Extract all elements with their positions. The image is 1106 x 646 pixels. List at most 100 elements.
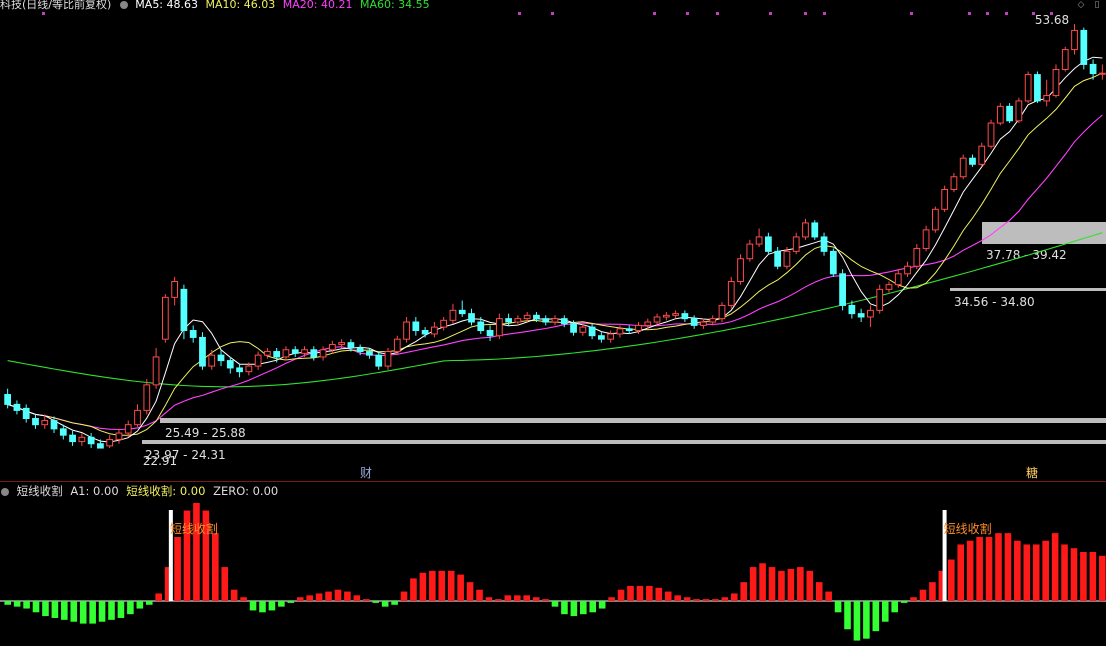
candle-body xyxy=(328,343,336,351)
candle-body xyxy=(904,265,911,275)
indicator-bar xyxy=(730,593,738,601)
candle-body xyxy=(356,347,364,353)
candle-body xyxy=(839,273,846,306)
event-marker-tang[interactable]: 糖 xyxy=(1026,465,1038,480)
indicator-bar xyxy=(287,601,295,603)
indicator-bar xyxy=(900,601,908,603)
top-dot-mark xyxy=(716,12,719,15)
candle-body xyxy=(876,288,884,311)
indicator-bar xyxy=(495,599,502,601)
indicator-bar xyxy=(815,582,823,601)
chart-canvas[interactable]: 25.49 - 25.8823.97 - 24.3137.78 - 39.423… xyxy=(0,0,1106,646)
candle-body xyxy=(746,243,754,260)
indicator-bar xyxy=(391,601,398,605)
candle-body xyxy=(301,349,308,354)
stock-title: 科技(日线/等比前复权) xyxy=(0,0,112,10)
candle-body xyxy=(468,313,475,323)
candle-body xyxy=(829,250,837,275)
indicator-bar xyxy=(466,582,474,601)
indicator-bar xyxy=(1080,552,1087,601)
indicator-bar xyxy=(693,599,700,601)
candle-body xyxy=(366,351,373,356)
indicator-bar xyxy=(23,601,30,609)
candle-body xyxy=(41,420,49,426)
candle-body xyxy=(347,342,355,349)
indicator-bar xyxy=(4,601,12,605)
candle-body xyxy=(533,314,540,320)
indicator-bar xyxy=(278,601,285,607)
indicator-bar xyxy=(844,601,851,630)
indicator-bar xyxy=(787,568,795,601)
top-dot-mark xyxy=(968,12,971,15)
candle-body xyxy=(792,236,800,252)
price-zone-label: 25.49 - 25.88 xyxy=(165,426,246,440)
candle-body xyxy=(579,326,587,333)
candle-body xyxy=(338,342,345,345)
indicator-bar xyxy=(561,601,568,615)
candle-body xyxy=(208,354,216,367)
candle-body xyxy=(440,319,448,328)
candle-body xyxy=(1024,74,1032,102)
candle-body xyxy=(1006,105,1013,122)
indicator-bar xyxy=(872,601,880,632)
window-icon[interactable]: ▯ xyxy=(1092,0,1102,10)
indicator-bar xyxy=(485,597,493,601)
settings-gear-icon[interactable] xyxy=(119,1,128,9)
candle-body xyxy=(180,288,188,332)
candle-body xyxy=(774,250,782,267)
indicator-bar xyxy=(230,589,238,601)
candle-body xyxy=(59,428,67,436)
candle-body xyxy=(384,351,392,367)
candle-body xyxy=(867,309,874,318)
indicator-bar xyxy=(259,601,266,613)
candle-body xyxy=(264,351,271,356)
top-dot-mark xyxy=(686,12,689,15)
candle-body xyxy=(913,247,921,267)
indicator-bar xyxy=(476,589,483,601)
indicator-bar xyxy=(891,601,898,613)
candle-body xyxy=(996,105,1004,124)
candle-body xyxy=(1043,95,1051,102)
indicator-bar xyxy=(249,601,257,611)
indicator-bar xyxy=(1023,544,1031,601)
event-marker-cai[interactable]: 财 xyxy=(360,466,372,480)
indicator-bar xyxy=(325,591,332,601)
candle-body xyxy=(236,367,243,373)
candle-body xyxy=(681,313,689,320)
indicator-bar xyxy=(570,601,578,617)
top-dot-mark xyxy=(551,12,554,15)
candle-body xyxy=(588,326,596,337)
price-zone-band xyxy=(950,288,1106,291)
candle-body xyxy=(1098,72,1106,75)
indicator-bar xyxy=(863,601,870,639)
candle-body xyxy=(171,281,179,298)
indicator-bar xyxy=(32,601,40,613)
candle-body xyxy=(486,330,494,337)
indicator-bar xyxy=(957,544,965,601)
top-dot-mark xyxy=(518,12,521,15)
indicator-gear-icon[interactable] xyxy=(1,488,9,496)
candle-body xyxy=(737,258,744,283)
candle-body xyxy=(765,236,772,252)
indicator-bar xyxy=(608,597,615,601)
indicator-bar xyxy=(419,572,427,601)
candle-body xyxy=(458,309,466,315)
indicator-bar xyxy=(702,599,710,601)
indicator-bar xyxy=(598,601,606,609)
indicator-bar xyxy=(636,585,644,601)
candle-body xyxy=(885,284,893,290)
ma20-label: MA20: 40.21 xyxy=(282,0,353,10)
indicator-bar xyxy=(174,536,181,601)
candle-body xyxy=(941,189,949,210)
indicator-bar xyxy=(627,585,634,601)
diamond-icon[interactable]: ◇ xyxy=(1076,0,1086,10)
candle-body xyxy=(115,432,123,440)
top-dot-mark xyxy=(1005,12,1008,15)
indicator-bar xyxy=(580,601,587,615)
candle-body xyxy=(653,316,661,323)
top-dot-mark xyxy=(986,12,989,15)
indicator-bar xyxy=(127,601,134,615)
candle-body xyxy=(644,321,652,326)
indicator-bar xyxy=(929,582,936,601)
indicator-bar xyxy=(740,582,748,601)
